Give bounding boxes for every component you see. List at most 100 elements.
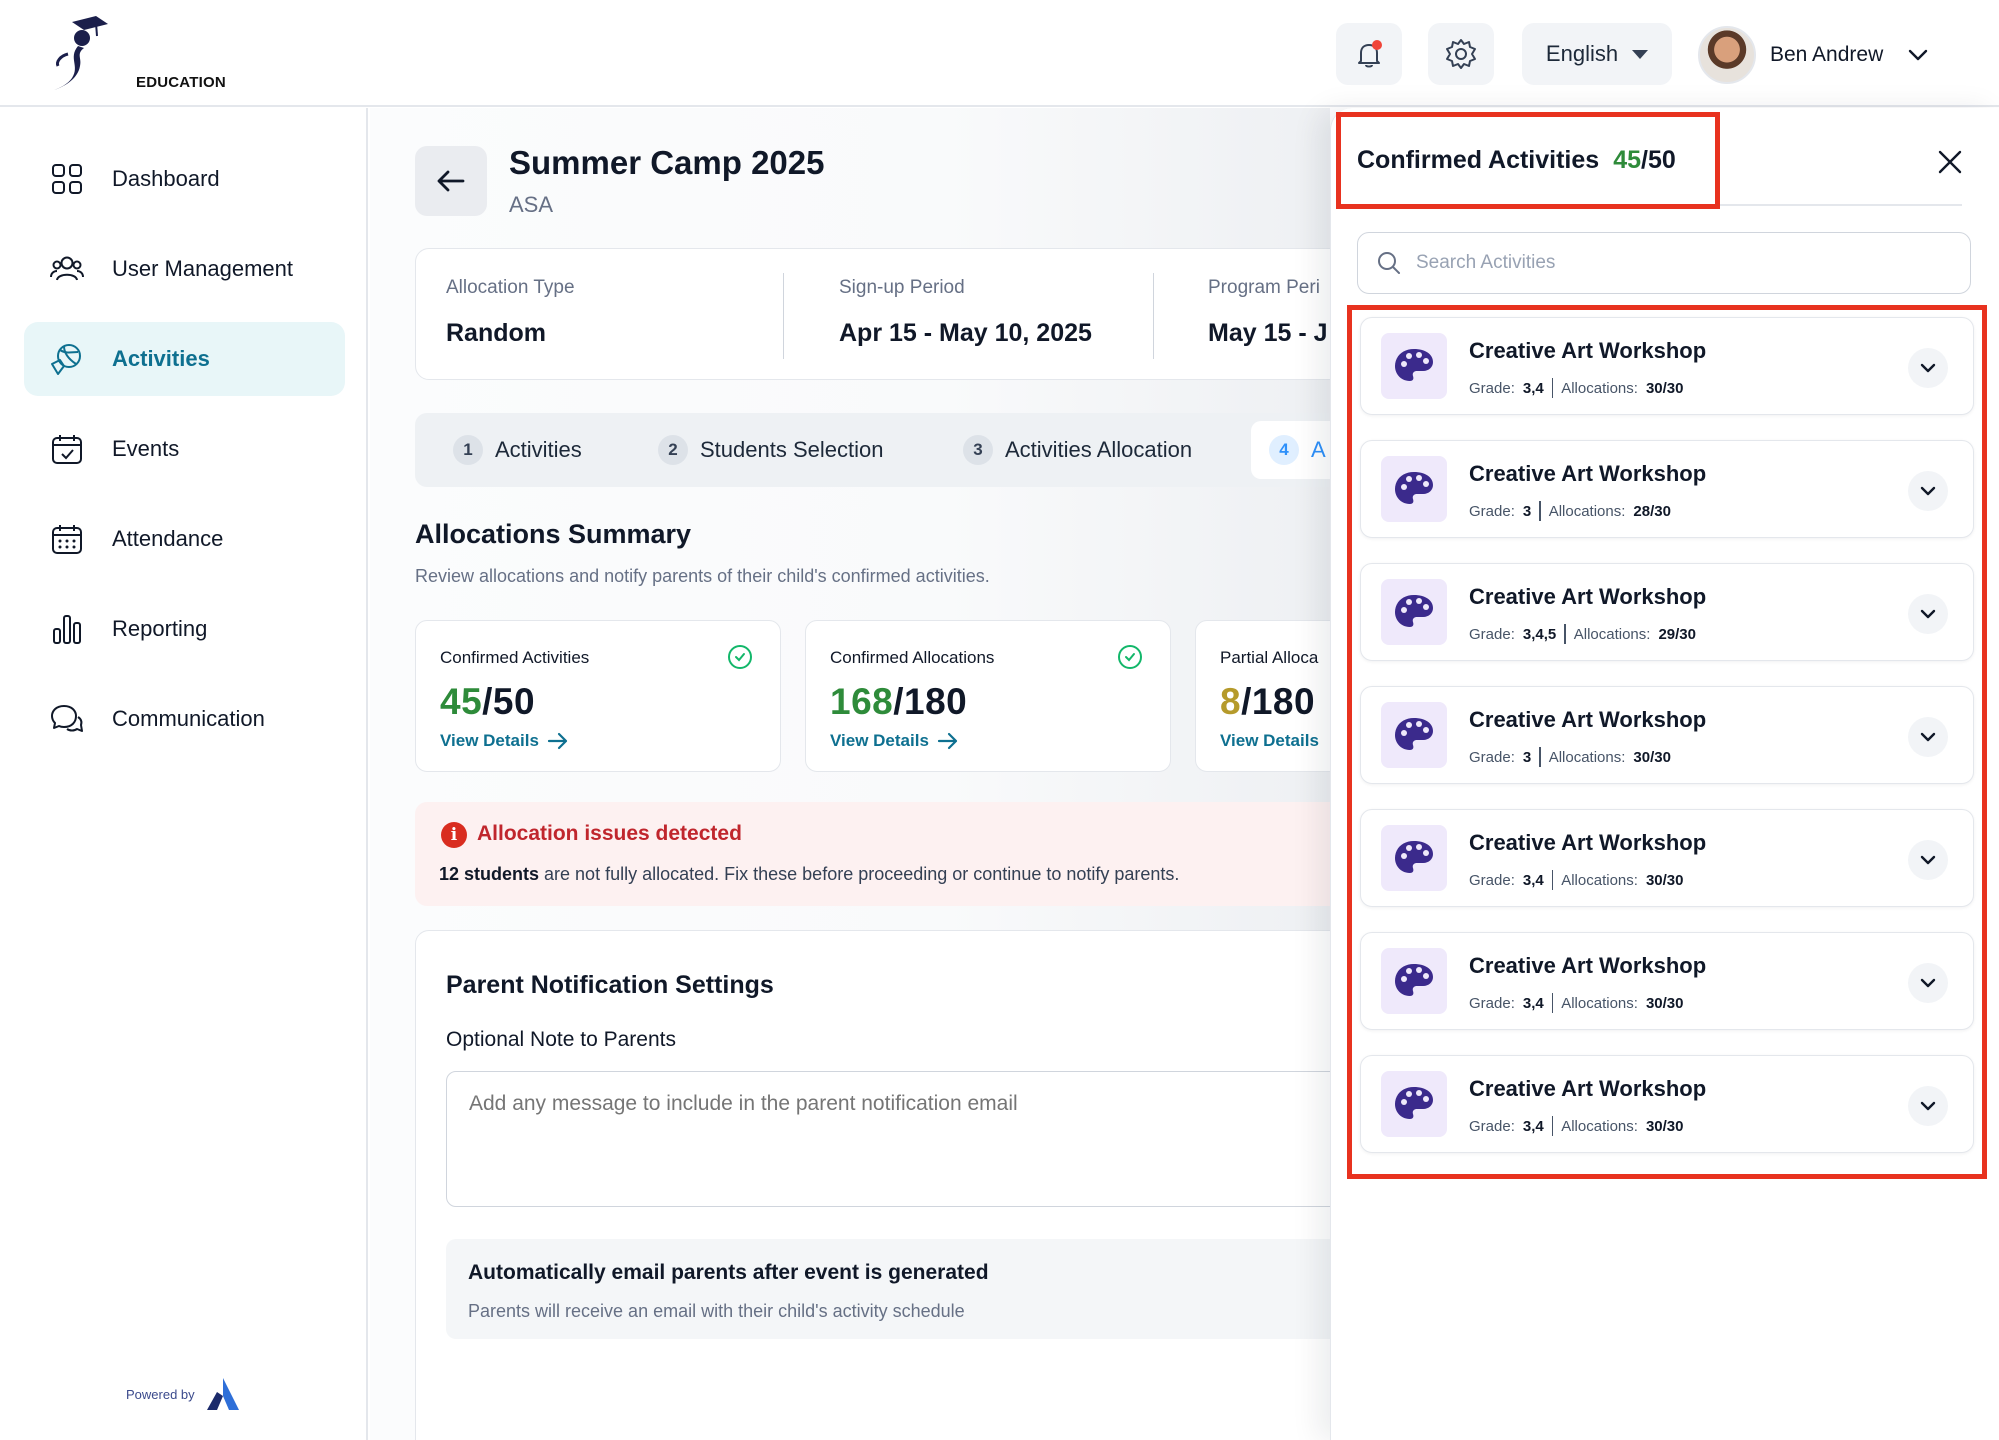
parent-note-textarea[interactable] [446, 1071, 1330, 1207]
chevron-down-icon [1909, 49, 1928, 61]
activities-list: Creative Art Workshop Grade: 3,4 Allocation… [1347, 305, 1987, 1179]
chevron-down-icon [1920, 855, 1936, 865]
stat-value: 8/180 [1220, 681, 1316, 722]
activity-card[interactable]: Creative Art Workshop Grade: 3,4 Allocation… [1360, 809, 1974, 907]
sidebar-item-user-management[interactable]: User Management [24, 232, 345, 306]
close-panel-button[interactable] [1934, 146, 1966, 178]
language-label: English [1545, 41, 1619, 66]
activity-meta: Grade: 3,4,5 Allocations: 29/30 [1469, 624, 1696, 644]
check-circle-icon [1118, 645, 1142, 669]
activities-icon [50, 342, 84, 376]
info-value: May 15 - J [1208, 319, 1328, 347]
expand-button[interactable] [1908, 594, 1948, 634]
stat-value: 168/180 [830, 681, 968, 722]
notification-title: Parent Notification Settings [446, 971, 774, 999]
expand-button[interactable] [1908, 717, 1948, 757]
separator [1564, 624, 1566, 644]
back-button[interactable] [415, 146, 487, 216]
notifications-button[interactable] [1336, 23, 1402, 85]
palette-icon [1381, 1071, 1447, 1137]
view-details-link[interactable]: View Details [830, 731, 959, 751]
divider [1720, 204, 1962, 206]
stat-label: Confirmed Allocations [830, 648, 995, 667]
info-alert-icon: i [441, 822, 467, 848]
view-details-link[interactable]: View Details [1220, 731, 1319, 751]
program-period: Program Peri May 15 - J [1208, 277, 1328, 348]
sidebar-item-events[interactable]: Events [24, 412, 345, 486]
info-value: Random [446, 319, 546, 347]
logo-text: EDUCATION [136, 74, 226, 91]
chevron-down-icon [1920, 732, 1936, 742]
expand-button[interactable] [1908, 471, 1948, 511]
activity-name: Creative Art Workshop [1469, 338, 1707, 363]
separator [1551, 1116, 1554, 1136]
note-label: Optional Note to Parents [446, 1028, 676, 1051]
caret-down-icon [1632, 49, 1649, 59]
education-logo[interactable]: EDUCATION [50, 14, 226, 94]
activity-card[interactable]: Creative Art Workshop Grade: 3,4 Allocation… [1360, 317, 1974, 415]
activity-card[interactable]: Creative Art Workshop Grade: 3,4 Allocation… [1360, 932, 1974, 1030]
graduate-logo-icon [54, 16, 108, 90]
alert-title: Allocation issues detected [477, 822, 742, 845]
step-label: Students Selection [700, 437, 884, 462]
activity-card[interactable]: Creative Art Workshop Grade: 3 Allocations:… [1360, 686, 1974, 784]
expand-button[interactable] [1908, 840, 1948, 880]
view-details-link[interactable]: View Details [440, 731, 569, 751]
step-students-selection[interactable]: 2 Students Selection [658, 413, 883, 487]
sidebar-item-label: Reporting [112, 616, 208, 641]
step-label: Activities Allocation [1005, 437, 1193, 462]
activity-name: Creative Art Workshop [1469, 461, 1707, 486]
search-input[interactable] [1416, 252, 1936, 274]
powered-by: Powered by [126, 1376, 241, 1412]
section-subtitle: Review allocations and notify parents of… [415, 566, 990, 586]
main-content: Summer Camp 2025 ASA Allocation Type Ran… [370, 108, 1330, 1440]
sidebar-item-label: Communication [112, 706, 265, 731]
gear-icon [1446, 39, 1476, 69]
sidebar-item-label: Dashboard [112, 166, 220, 191]
info-label: Allocation Type [446, 277, 575, 298]
step-activities-allocation[interactable]: 3 Activities Allocation [963, 413, 1192, 487]
user-menu[interactable]: Ben Andrew [1698, 25, 1931, 85]
activity-card[interactable]: Creative Art Workshop Grade: 3 Allocations:… [1360, 440, 1974, 538]
page-title: Summer Camp 2025 [509, 144, 825, 181]
activity-card[interactable]: Creative Art Workshop Grade: 3,4 Allocation… [1360, 1055, 1974, 1153]
step-number: 1 [453, 435, 483, 465]
step-activities[interactable]: 1 Activities [453, 413, 582, 487]
stat-card-confirmed-activities: Confirmed Activities 45/50 View Details [415, 620, 781, 772]
sidebar-item-reporting[interactable]: Reporting [24, 592, 345, 666]
calendar-check-icon [50, 432, 84, 466]
expand-button[interactable] [1908, 963, 1948, 1003]
arrow-left-icon [437, 170, 465, 192]
vendor-logo-icon [206, 1378, 239, 1410]
palette-icon [1381, 702, 1447, 768]
bar-chart-icon [50, 612, 84, 646]
expand-button[interactable] [1908, 1086, 1948, 1126]
info-label: Sign-up Period [839, 277, 965, 298]
activity-name: Creative Art Workshop [1469, 584, 1707, 609]
auto-email-subtitle: Parents will receive an email with their… [468, 1301, 965, 1321]
avatar [1698, 26, 1756, 84]
arrow-right-icon [547, 732, 568, 750]
activity-card[interactable]: Creative Art Workshop Grade: 3,4,5 Allocati… [1360, 563, 1974, 661]
stat-card-partial-allocations: Partial Alloca 8/180 View Details [1195, 620, 1330, 772]
sidebar-item-attendance[interactable]: Attendance [24, 502, 345, 576]
expand-button[interactable] [1908, 348, 1948, 388]
step-current[interactable]: 4 A [1251, 421, 1330, 479]
divider [1153, 273, 1154, 359]
step-number: 3 [963, 435, 993, 465]
sidebar-item-activities[interactable]: Activities [24, 322, 345, 396]
palette-icon [1381, 456, 1447, 522]
signup-period: Sign-up Period Apr 15 - May 10, 2025 [839, 277, 1092, 348]
stat-value: 45/50 [440, 681, 536, 722]
check-circle-icon [728, 645, 752, 669]
users-icon [50, 252, 84, 286]
allocation-issues-alert: i Allocation issues detected 12 students… [415, 802, 1330, 906]
language-select[interactable]: English [1522, 23, 1672, 85]
sidebar-item-dashboard[interactable]: Dashboard [24, 142, 345, 216]
settings-button[interactable] [1428, 23, 1494, 85]
auto-email-option[interactable]: Automatically email parents after event … [446, 1239, 1330, 1339]
sidebar-item-communication[interactable]: Communication [24, 682, 345, 756]
search-activities[interactable] [1357, 232, 1971, 294]
activity-name: Creative Art Workshop [1469, 953, 1707, 978]
grid-icon [50, 162, 84, 196]
